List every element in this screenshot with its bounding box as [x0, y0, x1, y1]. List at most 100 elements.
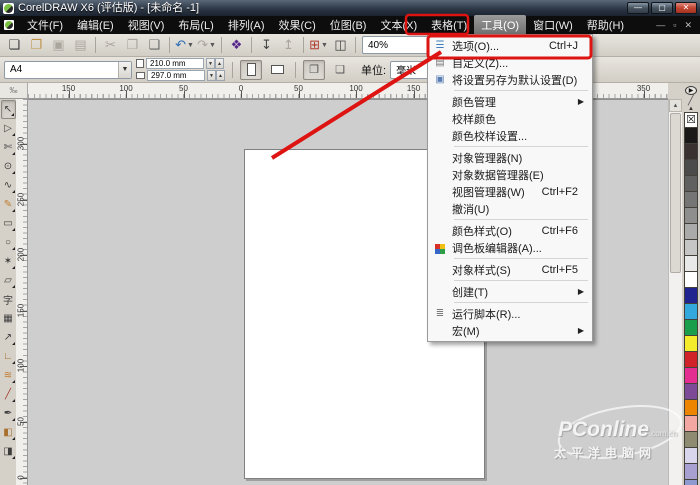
export-button[interactable]: ↥ — [278, 36, 299, 55]
color-swatch[interactable] — [684, 368, 698, 384]
doc-minimize-button[interactable]: — — [656, 20, 665, 31]
fill-tool[interactable]: ◧ — [1, 423, 16, 442]
menubar-item-11[interactable]: 窗口(W) — [526, 15, 580, 35]
color-swatch[interactable] — [684, 432, 698, 448]
chevron-down-icon[interactable]: ▼ — [209, 42, 216, 49]
save-button[interactable]: ▣ — [48, 36, 69, 55]
scroll-up-icon[interactable]: ▲ — [669, 99, 682, 112]
color-swatch[interactable] — [684, 480, 698, 485]
menu-item-14[interactable]: 颜色样式(O) Ctrl+F6 — [428, 222, 592, 239]
import-button[interactable]: ↧ — [256, 36, 277, 55]
color-swatch[interactable] — [684, 320, 698, 336]
chevron-down-icon[interactable]: ▼ — [118, 61, 131, 78]
search-content-button[interactable]: ❖ — [226, 36, 247, 55]
width-spin-up[interactable]: ▲ — [215, 58, 224, 69]
text-tool[interactable]: 字 — [1, 290, 16, 309]
ruler-origin[interactable]: ‰ — [0, 83, 28, 99]
menubar-item-1[interactable]: 文件(F) — [20, 15, 70, 35]
crop-tool[interactable]: ✄ — [1, 138, 16, 157]
eyedropper-tool[interactable]: ╱ — [1, 385, 16, 404]
menu-item-9[interactable]: 对象管理器(N) — [428, 149, 592, 166]
new-document-button[interactable]: ❏ — [4, 36, 25, 55]
redo-button[interactable]: ↷ ▼ — [196, 36, 217, 55]
freehand-tool[interactable]: ∿ — [1, 176, 16, 195]
connector-tool[interactable]: ∟ — [1, 347, 16, 366]
polygon-tool[interactable]: ✶ — [1, 252, 16, 271]
scrollbar-thumb[interactable] — [670, 113, 681, 273]
maximize-button[interactable]: ▢ — [651, 2, 673, 14]
menu-item-21[interactable]: ≣ 运行脚本(R)... — [428, 305, 592, 322]
paste-button[interactable]: ❑ — [144, 36, 165, 55]
current-page-layout-button[interactable]: ❏ — [329, 60, 351, 80]
color-swatch[interactable] — [684, 224, 698, 240]
menubar-item-7[interactable]: 位图(B) — [323, 15, 374, 35]
menu-item-15[interactable]: 调色板编辑器(A)... — [428, 239, 592, 256]
shape-tool[interactable]: ▷ — [1, 119, 16, 138]
menu-item-17[interactable]: 对象样式(S) Ctrl+F5 — [428, 261, 592, 278]
chevron-down-icon[interactable]: ▼ — [187, 42, 194, 49]
menubar-item-5[interactable]: 排列(A) — [221, 15, 272, 35]
no-color-swatch[interactable]: ☒ — [684, 112, 698, 128]
doc-restore-button[interactable]: ▫ — [673, 20, 676, 31]
palette-flyout-button[interactable]: ▶ — [685, 86, 697, 95]
artistic-media-tool[interactable]: ✎ — [1, 195, 16, 214]
menubar-item-9[interactable]: 表格(T) — [424, 15, 474, 35]
menu-item-11[interactable]: 视图管理器(W) Ctrl+F2 — [428, 183, 592, 200]
ellipse-tool[interactable]: ○ — [1, 233, 16, 252]
vertical-scrollbar[interactable]: ▲ — [668, 99, 682, 485]
close-button[interactable]: ✕ — [675, 2, 697, 14]
menu-item-5[interactable]: 颜色管理 ▶ — [428, 93, 592, 110]
width-spin-down[interactable]: ▼ — [206, 58, 215, 69]
palette-eyedropper-icon[interactable]: ╱ — [688, 95, 694, 106]
print-button[interactable]: ▤ — [70, 36, 91, 55]
color-swatch[interactable] — [684, 304, 698, 320]
page-width-field[interactable]: 210.0 mm — [146, 58, 204, 69]
page-preset-combo[interactable]: A4 ▼ — [4, 60, 132, 79]
welcome-screen-button[interactable]: ◫ — [330, 36, 351, 55]
menubar-item-10[interactable]: 工具(O) — [474, 15, 527, 35]
color-swatch[interactable] — [684, 256, 698, 272]
interactive-fill-tool[interactable]: ◨ — [1, 442, 16, 461]
application-launcher-button[interactable]: ⊞ ▼ — [308, 36, 329, 55]
basic-shapes-tool[interactable]: ▱ — [1, 271, 16, 290]
menu-item-7[interactable]: 颜色校样设置... — [428, 127, 592, 144]
height-spin-up[interactable]: ▲ — [216, 70, 225, 81]
color-swatch[interactable] — [684, 240, 698, 256]
rectangle-tool[interactable]: ▭ — [1, 214, 16, 233]
menubar-item-8[interactable]: 文本(X) — [373, 15, 424, 35]
color-swatch[interactable] — [684, 160, 698, 176]
color-swatch[interactable] — [684, 448, 698, 464]
menu-item-22[interactable]: 宏(M) ▶ — [428, 322, 592, 339]
landscape-button[interactable] — [266, 60, 288, 80]
outline-pen-tool[interactable]: ✒ — [1, 404, 16, 423]
color-swatch[interactable] — [684, 352, 698, 368]
open-button[interactable]: ❐ — [26, 36, 47, 55]
page-height-field[interactable]: 297.0 mm — [147, 70, 205, 81]
pick-tool[interactable]: ↖ — [0, 100, 16, 119]
menubar-item-6[interactable]: 效果(C) — [272, 15, 323, 35]
color-swatch[interactable] — [684, 208, 698, 224]
color-swatch[interactable] — [684, 128, 698, 144]
color-swatch[interactable] — [684, 144, 698, 160]
color-swatch[interactable] — [684, 272, 698, 288]
color-swatch[interactable] — [684, 384, 698, 400]
menu-item-6[interactable]: 校样颜色 — [428, 110, 592, 127]
menubar-item-3[interactable]: 视图(V) — [121, 15, 172, 35]
menu-item-19[interactable]: 创建(T) ▶ — [428, 283, 592, 300]
color-swatch[interactable] — [684, 416, 698, 432]
color-swatch[interactable] — [684, 400, 698, 416]
menu-item-3[interactable]: ▣ 将设置另存为默认设置(D) — [428, 71, 592, 88]
zoom-tool[interactable]: ⊙ — [1, 157, 16, 176]
all-pages-layout-button[interactable]: ❐ — [303, 59, 325, 80]
portrait-button[interactable] — [240, 59, 262, 80]
menu-item-1[interactable]: ☰ 选项(O)... Ctrl+J — [428, 37, 592, 54]
copy-button[interactable]: ❐ — [122, 36, 143, 55]
menu-item-2[interactable]: ▤ 自定义(Z)... — [428, 54, 592, 71]
minimize-button[interactable]: — — [627, 2, 649, 14]
undo-button[interactable]: ↶ ▼ — [174, 36, 195, 55]
menubar-item-4[interactable]: 布局(L) — [171, 15, 220, 35]
cut-button[interactable]: ✂ — [100, 36, 121, 55]
color-swatch[interactable] — [684, 288, 698, 304]
chevron-down-icon[interactable]: ▼ — [321, 42, 328, 49]
menubar-item-12[interactable]: 帮助(H) — [580, 15, 631, 35]
